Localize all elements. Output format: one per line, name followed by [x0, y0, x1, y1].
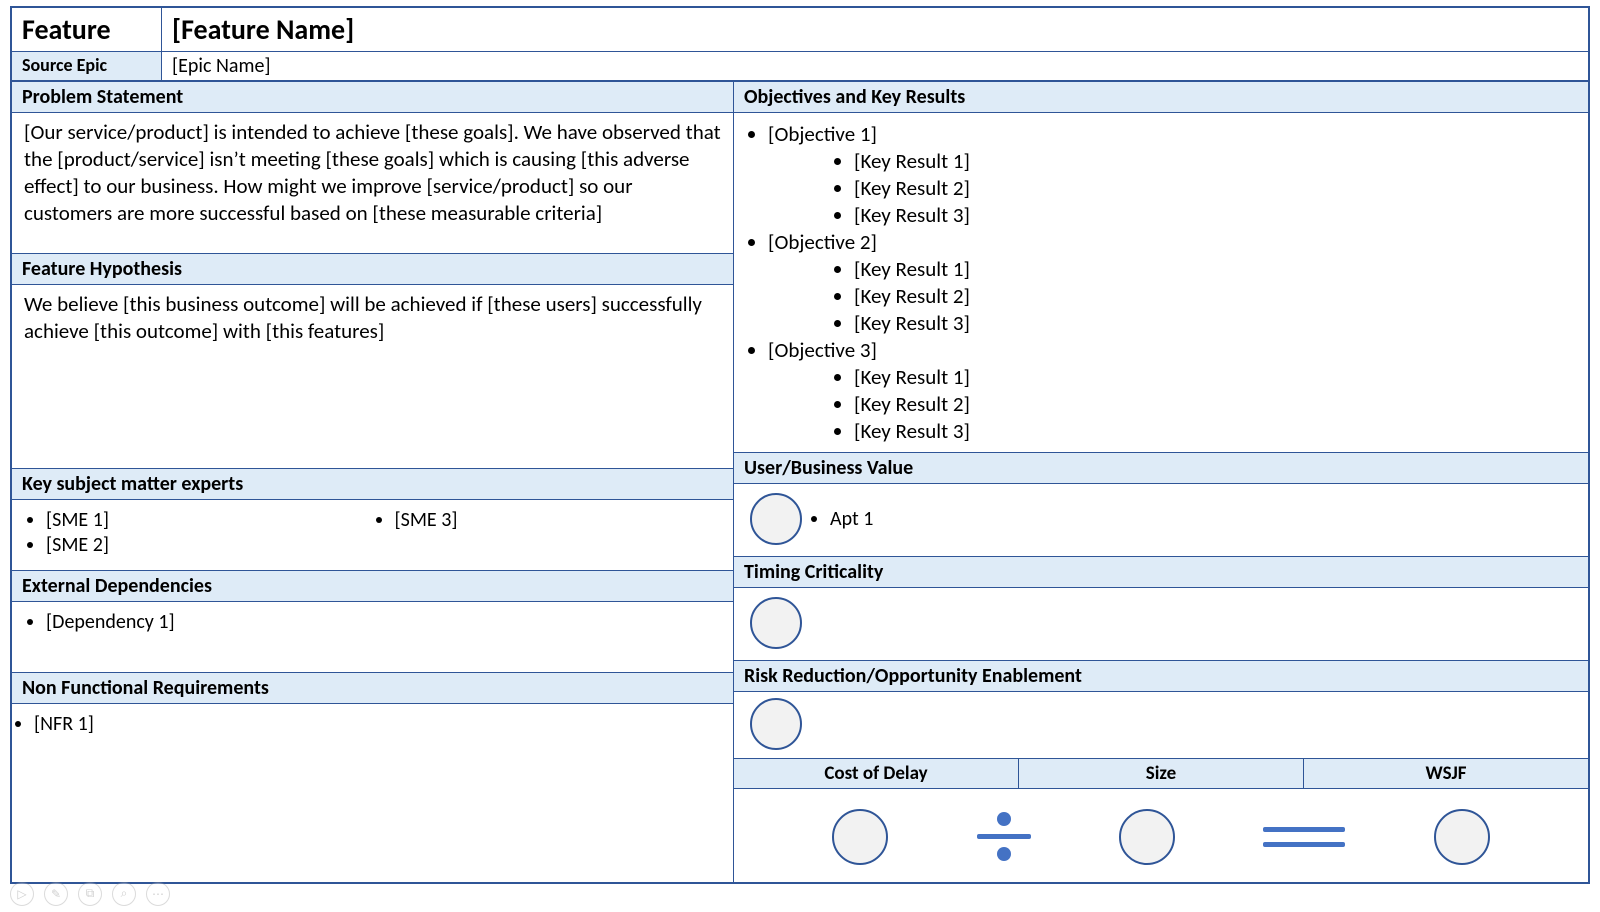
size-circle-icon [1119, 809, 1175, 865]
feature-hypothesis-header: Feature Hypothesis [12, 253, 733, 285]
key-result-item: [Key Result 2] [854, 175, 1576, 201]
nfr-header: Non Functional Requirements [12, 672, 733, 704]
source-epic-value: [Epic Name] [162, 52, 1588, 80]
value-score-circle-icon [750, 493, 802, 545]
sme-item: [SME 3] [395, 508, 722, 532]
feature-row: Feature [Feature Name] [12, 8, 1588, 52]
nfr-list: [NFR 1] [12, 704, 733, 883]
sme-list: [SME 1] [SME 2] [SME 3] [12, 500, 733, 570]
cost-of-delay-label: Cost of Delay [734, 759, 1019, 788]
key-result-item: [Key Result 3] [854, 418, 1576, 444]
feature-hypothesis-text: We believe [this business outcome] will … [12, 285, 733, 468]
zoom-button[interactable]: ⌕ [112, 882, 136, 906]
key-result-item: [Key Result 1] [854, 148, 1576, 174]
play-button[interactable]: ▷ [10, 882, 34, 906]
wsjf-circle-icon [1434, 809, 1490, 865]
key-result-item: [Key Result 3] [854, 202, 1576, 228]
external-dependencies-header: External Dependencies [12, 570, 733, 602]
subtitles-button[interactable]: ⧉ [78, 882, 102, 906]
sme-header: Key subject matter experts [12, 468, 733, 500]
timing-score-circle-icon [750, 597, 802, 649]
objective-item: [Objective 1] [Key Result 1] [Key Result… [768, 121, 1576, 228]
body-columns: Problem Statement [Our service/product] … [12, 81, 1588, 882]
nfr-item: [NFR 1] [34, 712, 721, 736]
timing-criticality-row [734, 588, 1588, 660]
objective-item: [Objective 2] [Key Result 1] [Key Result… [768, 229, 1576, 336]
left-column: Problem Statement [Our service/product] … [12, 81, 734, 882]
user-business-value-header: User/Business Value [734, 452, 1588, 484]
dependencies-list: [Dependency 1] [12, 602, 733, 672]
okr-list: [Objective 1] [Key Result 1] [Key Result… [734, 113, 1588, 452]
rroe-score-circle-icon [750, 698, 802, 750]
pen-button[interactable]: ✎ [44, 882, 68, 906]
timing-criticality-header: Timing Criticality [734, 556, 1588, 588]
rroe-header: Risk Reduction/Opportunity Enablement [734, 660, 1588, 692]
divide-icon [977, 812, 1031, 861]
wsjf-formula-row [734, 789, 1588, 882]
key-result-item: [Key Result 2] [854, 391, 1576, 417]
size-label: Size [1019, 759, 1304, 788]
right-column: Objectives and Key Results [Objective 1]… [734, 81, 1588, 882]
wsjf-label: WSJF [1304, 759, 1588, 788]
sme-item: [SME 1] [46, 508, 373, 532]
problem-statement-text: [Our service/product] is intended to ach… [12, 113, 733, 253]
key-result-item: [Key Result 1] [854, 364, 1576, 390]
user-business-value-row: Apt 1 [734, 484, 1588, 556]
okr-header: Objectives and Key Results [734, 81, 1588, 113]
rroe-row [734, 692, 1588, 758]
key-result-item: [Key Result 3] [854, 310, 1576, 336]
problem-statement-header: Problem Statement [12, 81, 733, 113]
feature-canvas: Feature [Feature Name] Source Epic [Epic… [10, 6, 1590, 884]
value-item: Apt 1 [830, 507, 873, 531]
equals-icon [1263, 827, 1345, 847]
sme-item: [SME 2] [46, 533, 373, 557]
source-epic-label: Source Epic [12, 52, 162, 80]
key-result-item: [Key Result 2] [854, 283, 1576, 309]
key-result-item: [Key Result 1] [854, 256, 1576, 282]
wsjf-header-row: Cost of Delay Size WSJF [734, 758, 1588, 789]
dependency-item: [Dependency 1] [46, 610, 721, 634]
objective-item: [Objective 3] [Key Result 1] [Key Result… [768, 337, 1576, 444]
feature-label: Feature [12, 8, 162, 51]
source-epic-row: Source Epic [Epic Name] [12, 52, 1588, 81]
cost-of-delay-circle-icon [832, 809, 888, 865]
feature-name-value: [Feature Name] [162, 8, 1588, 51]
more-button[interactable]: ⋯ [146, 882, 170, 906]
presenter-controls: ▷ ✎ ⧉ ⌕ ⋯ [10, 882, 170, 906]
